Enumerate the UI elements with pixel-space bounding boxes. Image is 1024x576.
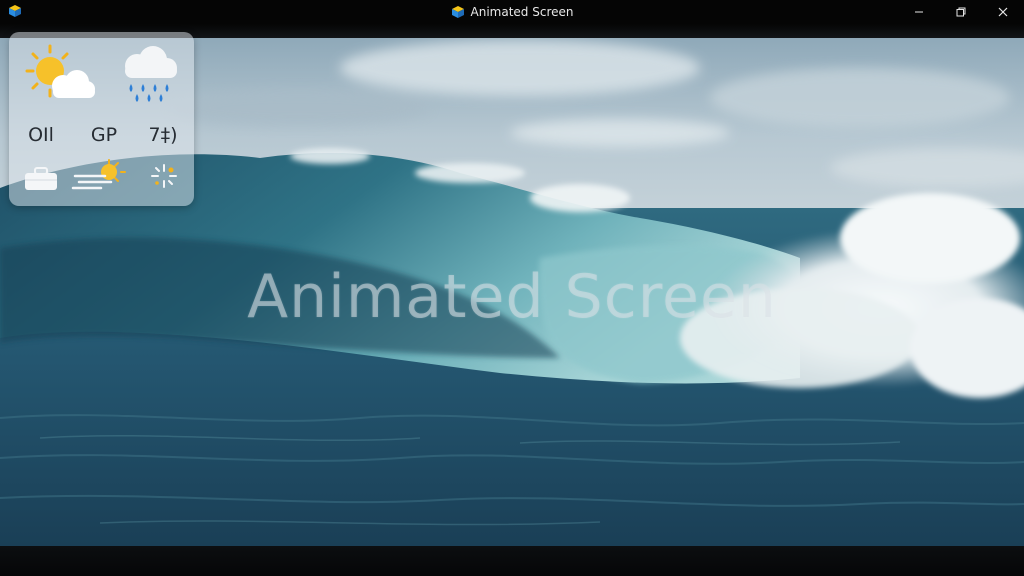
restore-button[interactable]	[940, 0, 982, 24]
briefcase-icon[interactable]	[23, 166, 59, 192]
weather-widget[interactable]: OIl GP 7‡)	[9, 32, 194, 206]
window-title-group: Animated Screen	[0, 0, 1024, 24]
title-bar[interactable]: Animated Screen	[0, 0, 1024, 24]
app-logo-icon	[451, 6, 464, 18]
window-title: Animated Screen	[470, 5, 574, 19]
restore-icon	[956, 7, 966, 17]
windy-sun-icon[interactable]	[71, 158, 127, 194]
widget-label-3: 7‡)	[148, 124, 178, 146]
partly-sunny-icon[interactable]	[23, 44, 97, 102]
sparkle-icon[interactable]	[149, 162, 179, 190]
close-icon	[998, 7, 1008, 17]
watermark-text: Animated Screen	[247, 262, 777, 332]
widget-label-2: GP	[90, 124, 118, 146]
bottom-bar	[0, 546, 1024, 576]
widget-label-1: OIl	[28, 124, 54, 146]
app-window: Animated Screen Animated Screen OIl GP 7…	[0, 0, 1024, 576]
minimize-icon	[915, 11, 923, 13]
close-button[interactable]	[982, 0, 1024, 24]
window-controls	[898, 0, 1024, 24]
minimize-button[interactable]	[898, 0, 940, 24]
rain-cloud-icon[interactable]	[115, 44, 181, 106]
